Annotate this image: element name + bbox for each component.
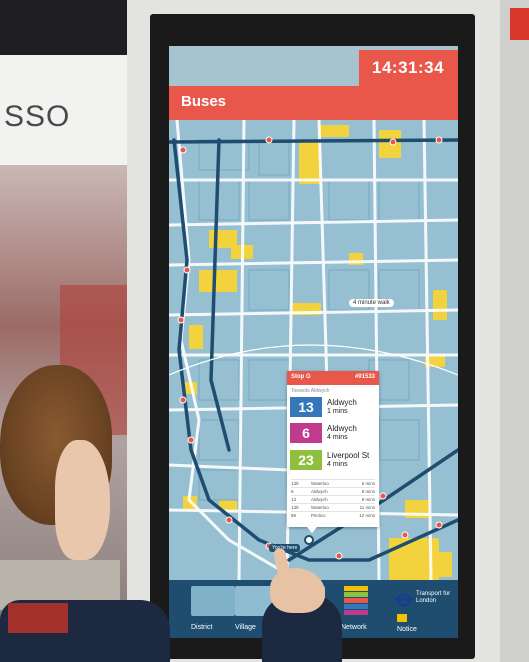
stop-arrivals-popup[interactable]: Stop G #91533 Towards Aldwych 13 Aldwych…	[287, 371, 379, 527]
route-eta: 1 mins	[327, 408, 348, 415]
route-badge: 23	[290, 450, 322, 470]
table-row: 139 Waterloo 11 mins	[291, 503, 375, 510]
touch-screen[interactable]: 14:31:34 Buses 4 minute walk You're here…	[169, 46, 458, 638]
table-row: 139 Waterloo 6 mins	[291, 479, 375, 486]
tfl-wordmark: Transport for London	[416, 591, 451, 604]
route-destination: Liverpool St	[327, 451, 370, 460]
route-badge: 13	[290, 397, 322, 417]
popup-pointer	[307, 527, 317, 533]
person-collar	[8, 603, 68, 633]
district-map-button[interactable]	[191, 586, 235, 616]
later-departures-table: 139 Waterloo 6 mins 6 Aldwych 8 mins 13 Aldwy…	[291, 479, 375, 519]
arrival-row[interactable]: 23 Liverpool St 4 mins	[290, 450, 376, 472]
district-label: District	[191, 624, 213, 631]
page-title: Buses	[181, 93, 227, 110]
notice-label: Notice	[397, 626, 417, 633]
route-badge: 6	[290, 423, 322, 443]
route-eta: 4 mins	[327, 461, 348, 468]
network-label: Network	[341, 624, 367, 631]
table-row: 13 Aldwych 9 mins	[291, 495, 375, 502]
arrival-row[interactable]: 13 Aldwych 1 mins	[290, 397, 376, 419]
notice-icon[interactable]	[397, 614, 407, 622]
clock-time: 14:31:34	[372, 58, 445, 77]
table-row: 88 Pimlico 12 mins	[291, 511, 375, 518]
route-eta: 4 mins	[327, 434, 348, 441]
tfl-roundel-icon	[394, 593, 414, 607]
stop-code: #91533	[354, 374, 375, 380]
stop-direction: Towards Aldwych	[291, 388, 330, 394]
shop-logo-lettering: SSO	[4, 100, 71, 133]
table-row: 6 Aldwych 8 mins	[291, 487, 375, 494]
route-destination: Aldwych	[327, 398, 357, 407]
stop-name: Stop G	[291, 374, 311, 380]
village-label: Village	[235, 624, 256, 631]
route-destination: Aldwych	[327, 424, 357, 433]
walk-distance-label: 4 minute walk	[349, 299, 394, 307]
kiosk-side-panel	[500, 0, 529, 662]
network-map-button[interactable]	[344, 586, 368, 616]
shop-awning	[0, 0, 135, 55]
arrival-row[interactable]: 6 Aldwych 4 mins	[290, 423, 376, 445]
bus-stop-kiosk-photo: SSO 14:31:34 Buses 4 minute walk You're …	[0, 0, 529, 662]
person-face	[55, 440, 110, 560]
